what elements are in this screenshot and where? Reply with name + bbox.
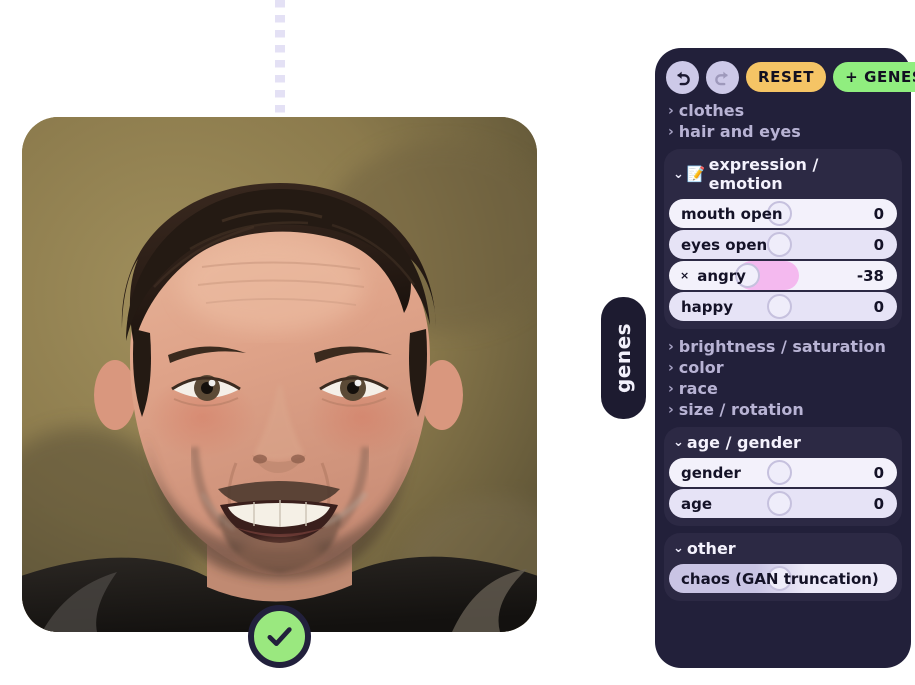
chevron-right-icon: › [668,338,674,355]
slider-row-eyes-open[interactable]: eyes open 0 [669,230,897,259]
collapsed-group-hair-and-eyes[interactable]: › hair and eyes [664,121,902,142]
genes-tab-label: genes [611,322,636,394]
chevron-right-icon: › [668,401,674,418]
portrait-canvas [22,117,537,632]
remove-gene-icon[interactable]: × [669,269,691,282]
panel-toolbar: RESET + GENES [666,60,915,94]
redo-arrow-icon [715,71,728,85]
collapsed-group-size-rotation[interactable]: › size / rotation [664,399,902,420]
section-title: other [686,539,736,558]
group-label: color [678,358,724,377]
redo-button[interactable] [706,60,739,94]
collapsed-group-clothes[interactable]: › clothes [664,100,902,121]
section-expression-emotion: ⌄ 📝 expression / emotion mouth open 0 eyes… [664,149,902,329]
chevron-right-icon: › [668,359,674,376]
slider-list-expression: mouth open 0 eyes open 0 × angry -38 happy 0 [669,199,897,321]
portrait-image[interactable] [22,117,537,632]
slider-knob[interactable] [767,491,793,516]
group-label: race [678,379,718,398]
portrait-stage [0,0,640,685]
slider-row-age[interactable]: age 0 [669,489,897,518]
slider-label: mouth open [681,204,783,223]
chevron-down-icon: ⌄ [673,166,684,182]
confirm-button[interactable] [248,605,311,668]
chevron-down-icon: ⌄ [673,541,684,556]
section-title: age / gender [686,433,801,452]
slider-label: angry [697,266,746,285]
genes-tab[interactable]: genes [601,297,646,419]
chevron-right-icon: › [668,102,674,119]
dotted-guide-line [275,0,285,122]
slider-list-age-gender: gender 0 age 0 [669,458,897,518]
group-label: clothes [678,101,745,120]
group-label: brightness / saturation [678,337,886,356]
slider-label: age [681,494,713,513]
chevron-right-icon: › [668,123,674,140]
collapsed-group-brightness-saturation[interactable]: › brightness / saturation [664,336,902,357]
memo-icon: 📝 [686,164,706,183]
slider-label: chaos (GAN truncation) [681,569,879,588]
slider-value: 0 [873,204,884,223]
slider-knob[interactable] [767,460,793,485]
collapsed-groups-middle: › brightness / saturation › color › race › size… [664,336,902,420]
check-icon [267,627,292,647]
slider-value: 0 [873,494,884,513]
slider-list-other: chaos (GAN truncation) [669,564,897,593]
collapsed-group-race[interactable]: › race [664,378,902,399]
undo-button[interactable] [666,60,699,94]
slider-knob[interactable] [767,232,793,257]
slider-row-gender[interactable]: gender 0 [669,458,897,487]
undo-arrow-icon [677,71,690,85]
section-age-gender: ⌄ age / gender gender 0 age 0 [664,427,902,526]
slider-label: eyes open [681,235,768,254]
slider-value: -38 [856,266,884,285]
reset-button[interactable]: RESET [746,62,827,92]
section-header-expression[interactable]: ⌄ 📝 expression / emotion [669,153,897,197]
slider-label: happy [681,297,734,316]
chevron-right-icon: › [668,380,674,397]
section-header-age-gender[interactable]: ⌄ age / gender [669,431,897,456]
section-other: ⌄ other chaos (GAN truncation) [664,533,902,601]
slider-row-angry[interactable]: × angry -38 [669,261,897,290]
slider-label: gender [681,463,741,482]
chevron-down-icon: ⌄ [673,435,684,450]
genes-panel: RESET + GENES ›clothes›hair and eyes ⌄ 📝… [655,48,915,668]
section-header-other[interactable]: ⌄ other [669,537,897,562]
slider-row-chaos-gan-truncation[interactable]: chaos (GAN truncation) [669,564,897,593]
slider-row-mouth-open[interactable]: mouth open 0 [669,199,897,228]
add-genes-button[interactable]: + GENES [833,62,915,92]
collapsed-group-color[interactable]: › color [664,357,902,378]
group-label: hair and eyes [678,122,801,141]
slider-value: 0 [873,297,884,316]
section-title: expression / emotion [708,155,819,193]
slider-row-happy[interactable]: happy 0 [669,292,897,321]
collapsed-groups-top: › clothes › hair and eyes [664,100,902,142]
slider-value: 0 [873,235,884,254]
slider-knob[interactable] [767,294,793,319]
group-label: size / rotation [678,400,804,419]
slider-value: 0 [873,463,884,482]
